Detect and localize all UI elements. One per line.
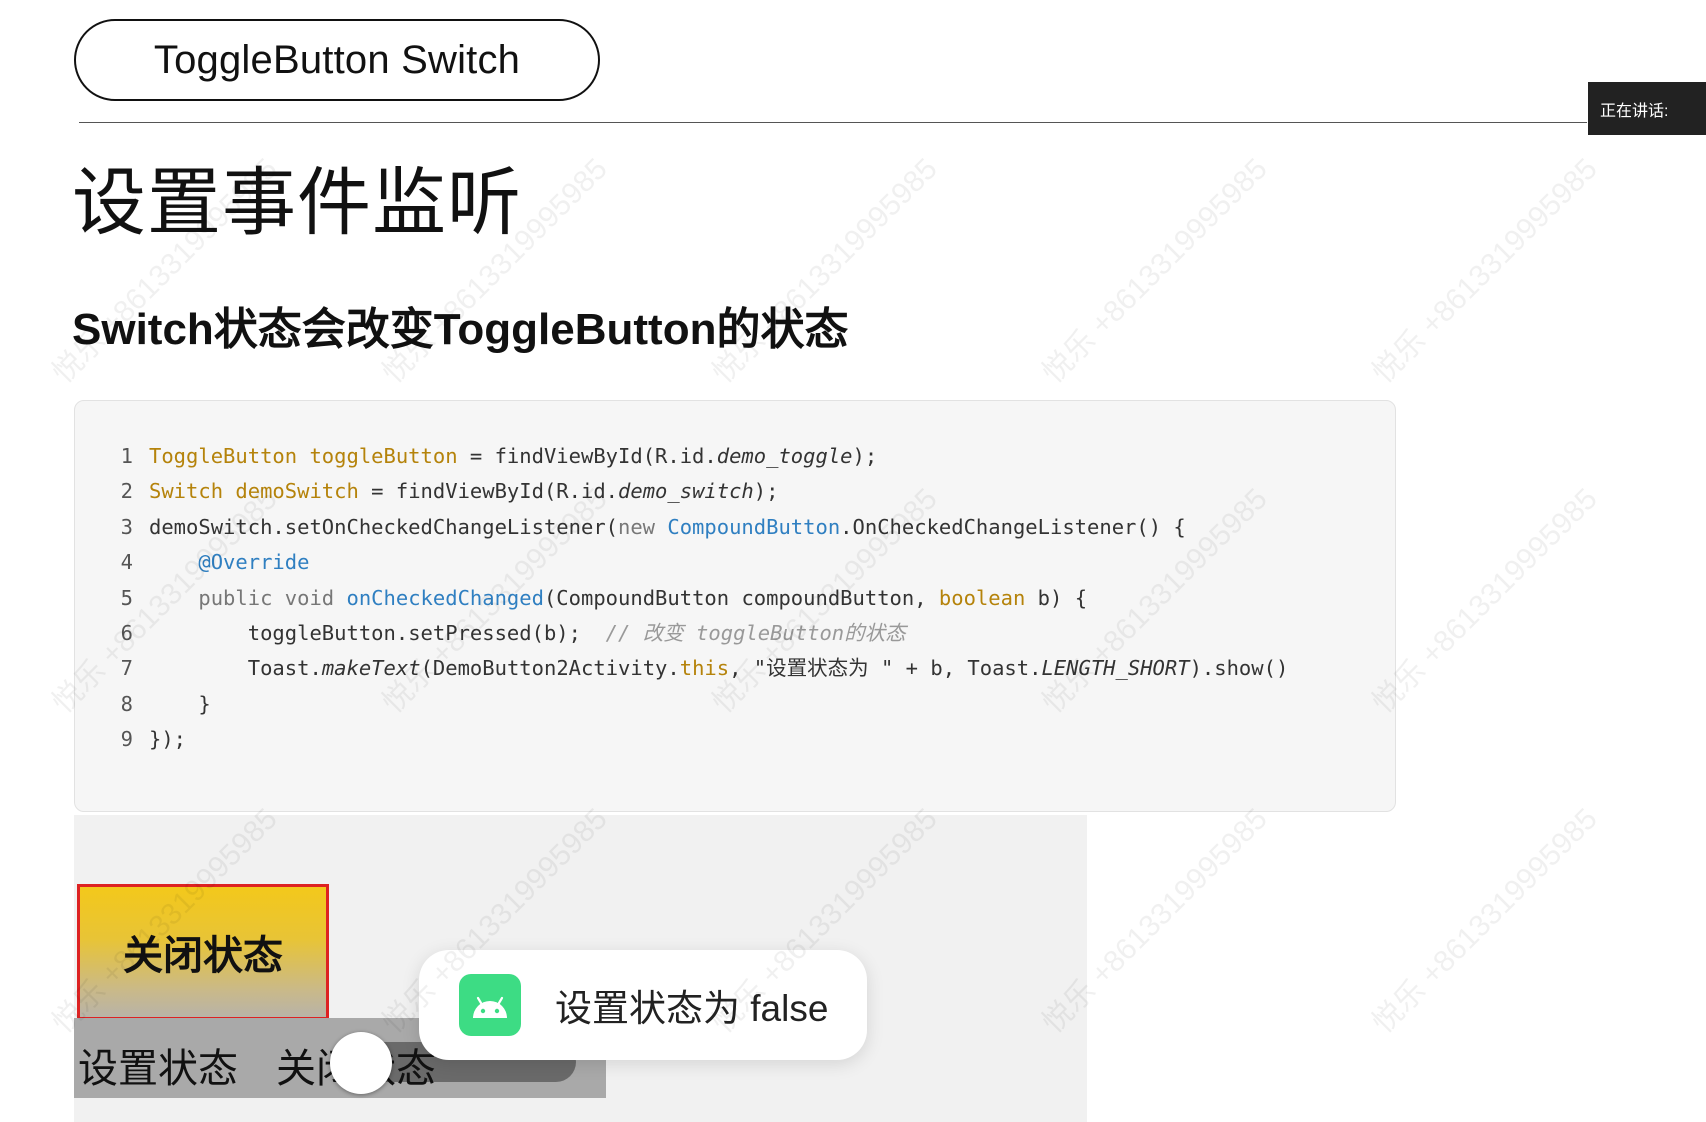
line-number: 8 xyxy=(120,691,133,716)
code-token: demo_toggle xyxy=(716,444,853,468)
line-number: 2 xyxy=(120,479,133,504)
code-token: Switch demoSwitch xyxy=(149,479,359,504)
code-token: CompoundButton xyxy=(667,514,841,539)
watermark: 悦乐 +8613319995985 xyxy=(1366,152,1604,390)
code-token: (DemoButton2Activity. xyxy=(420,656,680,681)
demo-toggle-button[interactable]: 关闭状态 xyxy=(77,884,329,1020)
speaking-label: 正在讲话: xyxy=(1600,102,1669,120)
code-token: (CompoundButton compoundButton, xyxy=(543,585,939,610)
code-token: ); xyxy=(753,479,779,504)
line-number: 1 xyxy=(120,444,133,468)
code-line: 1 ToggleButton toggleButton = findViewBy… xyxy=(75,439,1395,474)
code-token: ).show() xyxy=(1189,656,1289,681)
code-token: this xyxy=(679,656,730,681)
code-line: 6 toggleButton.setPressed(b); // 改变 togg… xyxy=(75,616,1395,651)
code-line: 4 @Override xyxy=(75,545,1395,580)
code-token: ); xyxy=(852,444,878,468)
page-heading: 设置事件监听 xyxy=(72,161,522,244)
line-number: 7 xyxy=(120,656,133,681)
code-token: toggleButton.setPressed(b); xyxy=(247,620,606,645)
code-token: boolean xyxy=(938,585,1026,610)
code-token: .OnCheckedChangeListener() { xyxy=(840,514,1186,539)
toast-text: 设置状态为 false xyxy=(555,988,829,1029)
code-block: 1 ToggleButton toggleButton = findViewBy… xyxy=(74,400,1396,812)
code-token: = findViewById(R.id. xyxy=(358,479,619,504)
toast-message: 设置状态为 false xyxy=(419,950,867,1060)
page-subheading: Switch状态会改变ToggleButton的状态 xyxy=(72,305,849,354)
code-line: 2 Switch demoSwitch = findViewById(R.id.… xyxy=(75,474,1395,509)
code-token: @Override xyxy=(198,550,310,575)
code-token: makeText xyxy=(321,656,421,681)
code-token: }); xyxy=(149,727,187,752)
watermark: 悦乐 +8613319995985 xyxy=(1366,482,1604,720)
code-line: 9 }); xyxy=(75,722,1395,757)
watermark: 悦乐 +8613319995985 xyxy=(1366,802,1604,1040)
slide-title: ToggleButton Switch xyxy=(153,37,521,82)
code-token: } xyxy=(149,691,211,716)
watermark: 悦乐 +8613319995985 xyxy=(1036,152,1274,390)
speaking-indicator: 正在讲话: xyxy=(1588,82,1706,135)
title-divider xyxy=(79,122,1587,123)
code-token: onCheckedChanged xyxy=(346,585,544,610)
code-token: Toast. xyxy=(247,656,322,681)
android-icon xyxy=(459,974,521,1036)
code-token: new xyxy=(618,514,656,539)
code-token: LENGTH_SHORT xyxy=(1041,656,1190,681)
line-number: 5 xyxy=(120,585,133,610)
switch-thumb[interactable] xyxy=(330,1032,392,1094)
code-token: , "设置状态为 " + b, Toast. xyxy=(729,656,1042,681)
toggle-button-label: 关闭状态 xyxy=(123,934,283,978)
code-token: = findViewById(R.id. xyxy=(457,444,717,468)
code-line: 3 demoSwitch.setOnCheckedChangeListener(… xyxy=(75,510,1395,545)
code-line: 7 Toast.makeText(DemoButton2Activity.thi… xyxy=(75,651,1395,686)
code-token: demoSwitch.setOnCheckedChangeListener( xyxy=(149,514,618,539)
code-token: demo_switch xyxy=(618,479,754,504)
code-token: ToggleButton toggleButton xyxy=(149,444,458,468)
code-token: public void xyxy=(198,585,335,610)
line-number: 3 xyxy=(120,514,133,539)
code-line: 5 public void onCheckedChanged(CompoundB… xyxy=(75,581,1395,616)
code-comment: // 改变 toggleButton的状态 xyxy=(605,620,906,645)
line-number: 9 xyxy=(120,727,133,752)
title-pill: ToggleButton Switch xyxy=(74,19,600,101)
line-number: 6 xyxy=(120,620,133,645)
switch-label: 设置状态 xyxy=(78,1047,238,1091)
code-token: b) { xyxy=(1025,585,1088,610)
line-number: 4 xyxy=(120,550,133,575)
code-line: 8 } xyxy=(75,687,1395,722)
